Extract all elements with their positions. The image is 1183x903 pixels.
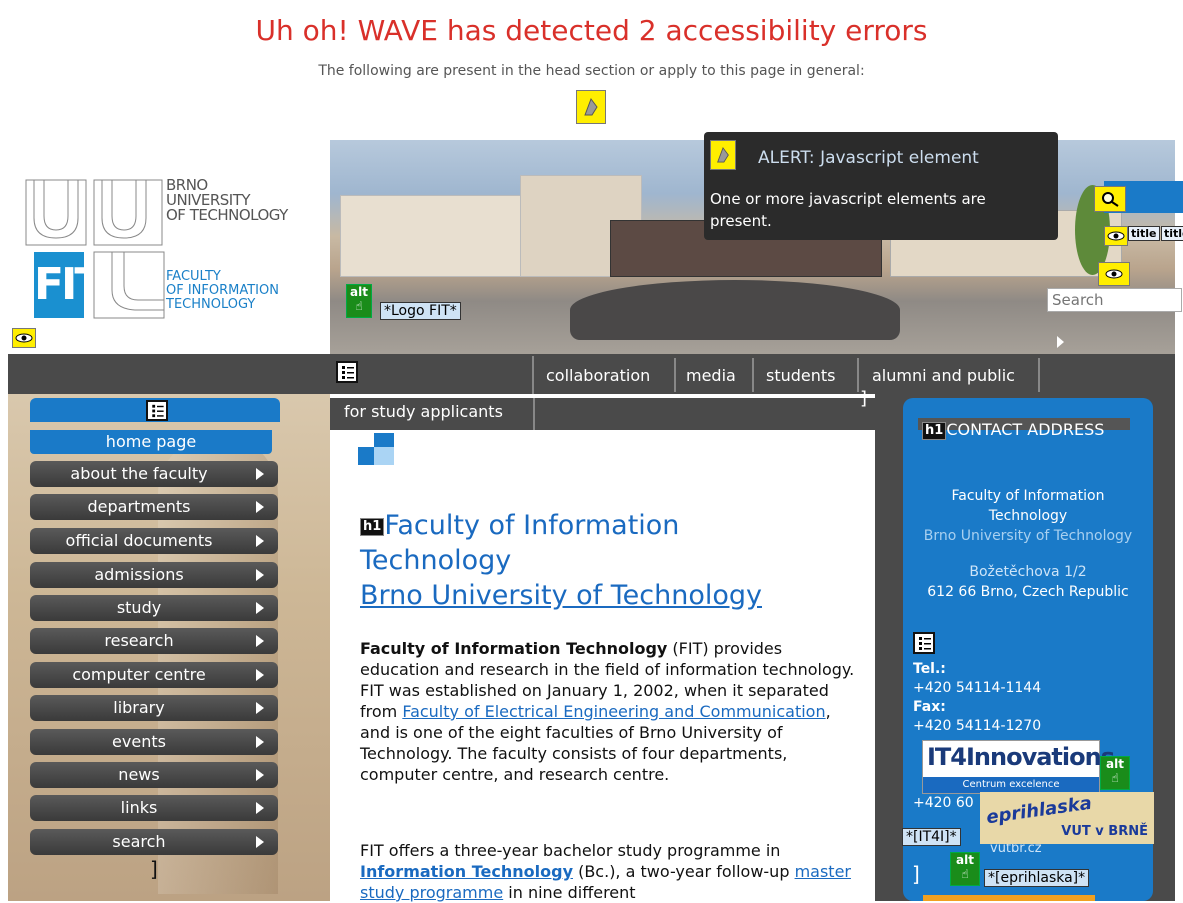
h1-marker-icon: h1	[922, 421, 947, 440]
wave-subtitle: The following are present in the head se…	[318, 63, 865, 79]
eye-icon[interactable]	[1098, 262, 1130, 286]
contact-faculty-name: Faculty of Information	[951, 488, 1105, 504]
eprihlaska-logo-text: eprihlaska	[985, 792, 1094, 829]
magnifier-icon[interactable]	[1094, 186, 1126, 212]
chevron-right-icon	[256, 501, 264, 513]
fit-logo[interactable]: FIT FACULTY OF INFORMATION TECHNOLOGY	[24, 250, 324, 325]
sidebar-item-official-documents[interactable]: official documents	[30, 528, 278, 554]
top-menu-students[interactable]: students	[766, 366, 836, 385]
it4i-logo-text: IT4Innovations	[927, 743, 1115, 771]
alt-icon[interactable]: alt ☝	[346, 284, 372, 318]
h1-marker-icon: h1	[360, 517, 385, 536]
list-end-marker: ]	[150, 857, 158, 881]
sidebar-item-computer-centre[interactable]: computer centre	[30, 662, 278, 688]
sidebar-item-links[interactable]: links	[30, 795, 278, 821]
information-technology-link[interactable]: Information Technology	[360, 862, 573, 881]
alt-icon[interactable]: alt ☝	[950, 852, 980, 886]
tel-label: Tel.:	[913, 661, 946, 677]
sidebar-item-admissions[interactable]: admissions	[30, 562, 278, 588]
sidebar-item-news[interactable]: news	[30, 762, 278, 788]
programs-paragraph: FIT offers a three-year bachelor study p…	[360, 841, 851, 902]
chevron-right-icon	[256, 669, 264, 681]
javascript-alert-icon[interactable]	[576, 90, 606, 124]
fax-number: +420 54114-1270	[913, 718, 1042, 734]
chevron-right-icon	[256, 702, 264, 714]
menu-divider	[532, 356, 534, 394]
sidebar-item-library[interactable]: library	[30, 695, 278, 721]
chevron-right-icon	[256, 535, 264, 547]
top-menu-for-study-applicants[interactable]: for study applicants	[344, 402, 503, 421]
logo-text-technology: TECHNOLOGY	[166, 297, 256, 312]
wave-error-title: Uh oh! WAVE has detected 2 accessibility…	[255, 14, 928, 47]
logo-text-of-information: OF INFORMATION	[166, 283, 279, 298]
contact-gsm-partial: +420 60	[913, 795, 974, 811]
title-tag-2: title	[1161, 226, 1183, 241]
chevron-right-icon	[256, 468, 264, 480]
chevron-right-icon	[256, 769, 264, 781]
sidebar-item-departments[interactable]: departments	[30, 494, 278, 520]
search-input[interactable]	[1047, 288, 1182, 312]
skip-link-icon[interactable]	[358, 433, 394, 465]
sidebar-item-study[interactable]: study	[30, 595, 278, 621]
slider-next-icon[interactable]	[1057, 336, 1064, 348]
sidebar-item-research[interactable]: research	[30, 628, 278, 654]
wave-alert-tooltip: ALERT: Javascript element One or more ja…	[704, 132, 1058, 240]
page-heading: h1 Faculty of Information Technology Brno…	[360, 510, 762, 611]
logo-text-faculty: FACULTY	[166, 269, 221, 284]
eprihlaska-banner[interactable]: eprihlaska VUT v BRNĚ	[980, 792, 1154, 844]
menu-divider	[752, 358, 754, 392]
fountain	[570, 280, 900, 340]
alert-title: ALERT: Javascript element	[758, 148, 979, 168]
contact-heading: h1 CONTACT ADDRESS	[922, 420, 1104, 440]
orange-banner-edge	[923, 895, 1095, 901]
feec-link[interactable]: Faculty of Electrical Engineering and Co…	[402, 702, 825, 721]
chevron-right-icon	[256, 836, 264, 848]
sidebar-item-home-page[interactable]: home page	[30, 430, 272, 454]
list-end-marker: ]	[912, 862, 920, 886]
menu-divider	[674, 358, 676, 392]
contact-phone-list: Tel.: +420 54114-1144 Fax: +420 54114-12…	[913, 660, 1041, 736]
menu-divider	[533, 398, 535, 430]
list-end-marker: ]	[860, 388, 868, 409]
it4i-alt-tag: *[IT4I]*	[902, 828, 961, 846]
list-icon[interactable]	[913, 632, 935, 654]
top-menu-media[interactable]: media	[686, 366, 736, 385]
it4innovations-banner[interactable]: IT4Innovations Centrum excelence	[922, 740, 1115, 794]
chevron-right-icon	[256, 802, 264, 814]
eye-icon[interactable]	[1104, 226, 1128, 246]
alt-icon[interactable]: alt ☝	[1100, 756, 1130, 790]
logo-text-of-technology: OF TECHNOLOGY	[166, 206, 288, 224]
chevron-right-icon	[256, 736, 264, 748]
eprihlaska-alt-tag: *[eprihlaska]*	[984, 869, 1090, 887]
contact-street: Božetěchova 1/2	[969, 564, 1087, 580]
tel-number: +420 54114-1144	[913, 680, 1042, 696]
list-icon[interactable]	[146, 400, 168, 421]
logo-alt-tag: *Logo FIT*	[380, 302, 461, 320]
sidebar-item-about-the-faculty[interactable]: about the faculty	[30, 461, 278, 487]
contact-faculty-name-2: Technology	[988, 508, 1068, 524]
sidebar-item-events[interactable]: events	[30, 729, 278, 755]
menu-divider	[857, 358, 859, 392]
top-menu-collaboration[interactable]: collaboration	[546, 366, 650, 385]
alert-text: One or more javascript elements are pres…	[710, 190, 986, 230]
eye-icon[interactable]	[12, 328, 36, 348]
contact-university-name: Brno University of Technology	[923, 528, 1133, 544]
sidebar-item-search[interactable]: search	[30, 829, 278, 855]
title-tag: title	[1128, 226, 1160, 241]
chevron-right-icon	[256, 635, 264, 647]
chevron-right-icon	[256, 569, 264, 581]
contact-city: 612 66 Brno, Czech Republic	[927, 584, 1129, 600]
top-menu-alumni-and-public[interactable]: alumni and public	[872, 366, 1015, 385]
it4i-subtitle: Centrum excelence	[923, 777, 1099, 793]
javascript-alert-icon-tooltip	[710, 140, 736, 170]
eprihlaska-subtitle: VUT v BRNĚ	[1061, 824, 1148, 839]
chevron-right-icon	[256, 602, 264, 614]
fax-label: Fax:	[913, 699, 946, 715]
list-icon[interactable]	[336, 361, 358, 383]
menu-divider	[1038, 358, 1040, 392]
brno-university-link[interactable]: Brno University of Technology	[360, 580, 762, 611]
but-logo[interactable]: BRNO UNIVERSITY OF TECHNOLOGY	[24, 178, 324, 248]
intro-paragraph: Faculty of Information Technology (FIT) …	[360, 639, 855, 784]
